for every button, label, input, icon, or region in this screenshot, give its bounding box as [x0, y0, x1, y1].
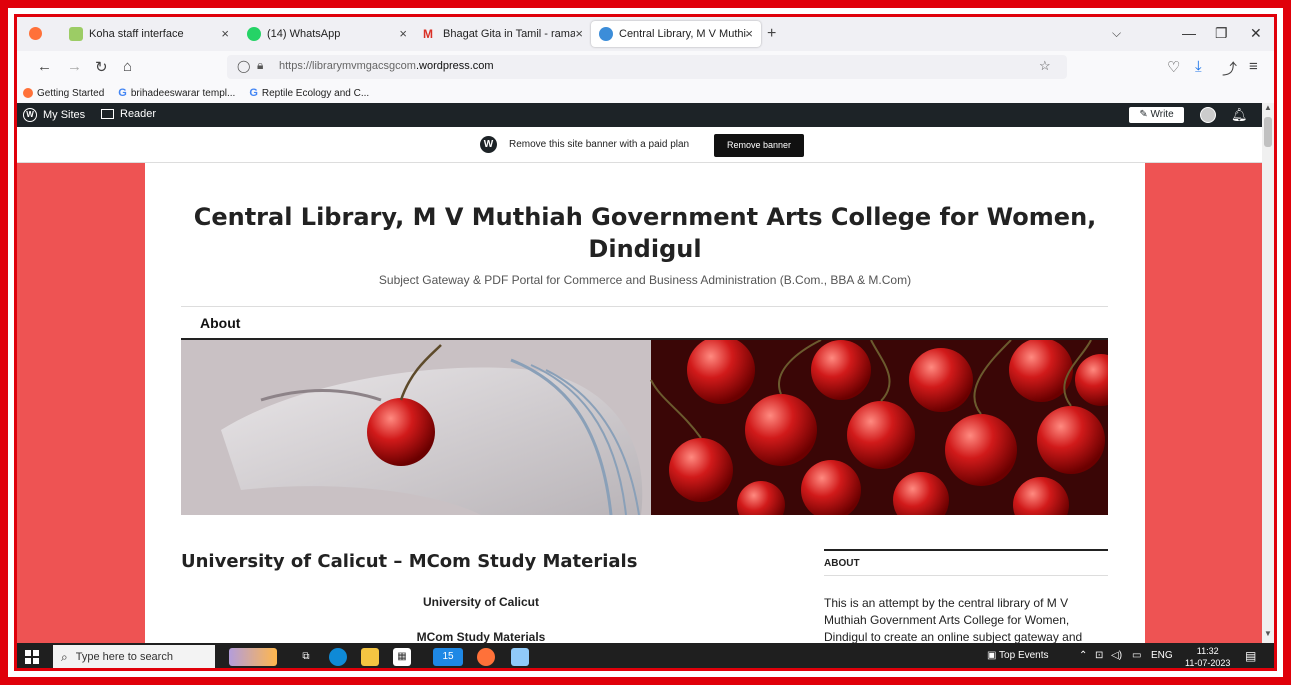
- file-explorer-icon[interactable]: [361, 648, 379, 666]
- firefox-icon: [23, 88, 33, 98]
- post-subheading: MCom Study Materials: [416, 630, 546, 644]
- wordpress-favicon-icon: [599, 27, 613, 41]
- menu-hamburger-icon[interactable]: ≡: [1249, 58, 1258, 75]
- tab-gmail[interactable]: M Bhagat Gita in Tamil - ramasam ×: [415, 21, 591, 47]
- taskbar-search-input[interactable]: ⌕ Type here to search: [53, 645, 215, 668]
- tab-whatsapp[interactable]: (14) WhatsApp ×: [239, 21, 415, 47]
- firefox-view-icon[interactable]: [29, 27, 42, 40]
- remove-banner-button[interactable]: Remove banner: [714, 134, 804, 157]
- address-bar[interactable]: ◯ 🔒︎ https://librarymvmgacsgcom.wordpres…: [227, 55, 1067, 79]
- page-scrollbar[interactable]: ▲ ▼: [1262, 103, 1274, 643]
- tab-label: Koha staff interface: [89, 28, 184, 40]
- notepad-icon[interactable]: [511, 648, 529, 666]
- top-events-widget[interactable]: ▣ Top Events: [987, 650, 1049, 661]
- home-icon[interactable]: ⌂: [123, 58, 132, 75]
- scroll-up-icon[interactable]: ▲: [1264, 103, 1272, 112]
- bookmark-brihadeeswarar[interactable]: G brihadeeswarar templ...: [118, 87, 235, 99]
- reader-icon: [101, 109, 114, 119]
- header-image-cherries: [181, 340, 1108, 515]
- new-tab-button[interactable]: +: [767, 25, 776, 43]
- tab-label: Central Library, M V Muthiah G: [619, 28, 747, 40]
- scroll-thumb[interactable]: [1264, 117, 1272, 147]
- network-icon[interactable]: ⊡: [1095, 650, 1103, 661]
- tray-chevron-icon[interactable]: ⌃: [1079, 650, 1087, 661]
- pocket-icon[interactable]: ♡: [1167, 58, 1180, 76]
- close-window-icon[interactable]: ✕: [1250, 25, 1262, 42]
- wordpress-admin-bar: W My Sites Reader ✎ Write 🔔︎: [17, 103, 1262, 127]
- site-title[interactable]: Central Library, M V Muthiah Government …: [175, 201, 1115, 265]
- close-tab-icon[interactable]: ×: [399, 26, 407, 41]
- windows-taskbar: ⌕ Type here to search ⧉ ▦ 15 ▣ Top Event…: [17, 643, 1274, 668]
- site-description: Subject Gateway & PDF Portal for Commerc…: [378, 273, 912, 287]
- bookmark-getting-started[interactable]: Getting Started: [23, 88, 104, 99]
- banner-text: Remove this site banner with a paid plan: [509, 139, 690, 150]
- write-button[interactable]: ✎ Write: [1129, 107, 1184, 123]
- reload-icon[interactable]: ↻: [95, 58, 108, 76]
- url-text[interactable]: https://librarymvmgacsgcom.wordpress.com: [279, 60, 494, 72]
- google-icon: G: [249, 87, 258, 99]
- post-heading: University of Calicut: [422, 595, 540, 609]
- extensions-icon[interactable]: ⤴: [1222, 58, 1237, 79]
- tab-label: Bhagat Gita in Tamil - ramasam: [443, 28, 575, 40]
- edge-icon[interactable]: [329, 648, 347, 666]
- reader-link[interactable]: Reader: [101, 108, 156, 120]
- divider: [824, 549, 1108, 551]
- wordpress-logo-icon: W: [23, 108, 37, 122]
- google-icon: G: [118, 87, 127, 99]
- shield-icon[interactable]: ◯: [237, 59, 250, 73]
- menu-item-about[interactable]: About: [200, 315, 240, 331]
- divider: [824, 575, 1108, 576]
- close-tab-icon[interactable]: ×: [221, 26, 229, 41]
- browser-tab-strip: Koha staff interface × (14) WhatsApp × M…: [17, 17, 1274, 51]
- wordpress-logo-icon: W: [480, 136, 497, 153]
- windows-start-icon[interactable]: [25, 650, 39, 664]
- whatsapp-favicon-icon: [247, 27, 261, 41]
- avatar[interactable]: [1200, 107, 1216, 123]
- widget-title: ABOUT: [824, 558, 860, 569]
- mail-icon[interactable]: 15: [433, 648, 463, 666]
- close-tab-icon[interactable]: ×: [575, 26, 583, 41]
- scroll-down-icon[interactable]: ▼: [1264, 629, 1272, 638]
- cherries-image: [181, 340, 1108, 515]
- firefox-taskbar-icon[interactable]: [477, 648, 495, 666]
- gmail-favicon-icon: M: [423, 27, 433, 41]
- bookmark-star-icon[interactable]: ☆: [1039, 58, 1051, 74]
- language-indicator[interactable]: ENG: [1151, 650, 1173, 661]
- post-title[interactable]: University of Calicut – MCom Study Mater…: [181, 551, 637, 572]
- screenshot-frame: Koha staff interface × (14) WhatsApp × M…: [14, 14, 1277, 671]
- downloads-icon[interactable]: ⤓: [1195, 58, 1202, 75]
- restore-icon[interactable]: ❐: [1215, 25, 1228, 42]
- my-sites-link[interactable]: W My Sites: [23, 108, 85, 122]
- taskbar-clock[interactable]: 11:32 11-07-2023: [1185, 645, 1230, 668]
- widget-about-text: This is an attempt by the central librar…: [824, 596, 1083, 644]
- forward-arrow-icon[interactable]: →: [67, 58, 82, 75]
- close-tab-icon[interactable]: ×: [745, 26, 753, 41]
- site-banner: W Remove this site banner with a paid pl…: [17, 127, 1262, 163]
- bookmark-reptile-ecology[interactable]: G Reptile Ecology and C...: [249, 87, 369, 99]
- search-icon: ⌕: [61, 649, 68, 664]
- bookmarks-toolbar: Getting Started G brihadeeswarar templ..…: [17, 83, 1274, 103]
- lavender-widget-icon[interactable]: [229, 648, 277, 666]
- divider: [181, 306, 1108, 307]
- volume-icon[interactable]: ◁): [1111, 650, 1122, 661]
- navigation-bar: ← → ↻ ⌂ ◯ 🔒︎ https://librarymvmgacsgcom.…: [17, 51, 1274, 83]
- list-tabs-chevron-icon[interactable]: ⌵: [1112, 26, 1121, 41]
- lock-icon[interactable]: 🔒︎: [257, 58, 263, 73]
- site-page: Central Library, M V Muthiah Government …: [145, 163, 1145, 644]
- task-view-icon[interactable]: ⧉: [297, 648, 315, 666]
- notifications-bell-icon[interactable]: 🔔︎: [1231, 107, 1248, 123]
- minimize-icon[interactable]: —: [1182, 25, 1196, 41]
- display-icon[interactable]: ▭: [1132, 650, 1141, 661]
- tab-central-library[interactable]: Central Library, M V Muthiah G ×: [591, 21, 761, 47]
- koha-favicon-icon: [69, 27, 83, 41]
- tab-koha[interactable]: Koha staff interface ×: [61, 21, 237, 47]
- notifications-icon[interactable]: ▤: [1245, 649, 1256, 663]
- tab-label: (14) WhatsApp: [267, 28, 341, 40]
- store-icon[interactable]: ▦: [393, 648, 411, 666]
- back-arrow-icon[interactable]: ←: [37, 58, 52, 75]
